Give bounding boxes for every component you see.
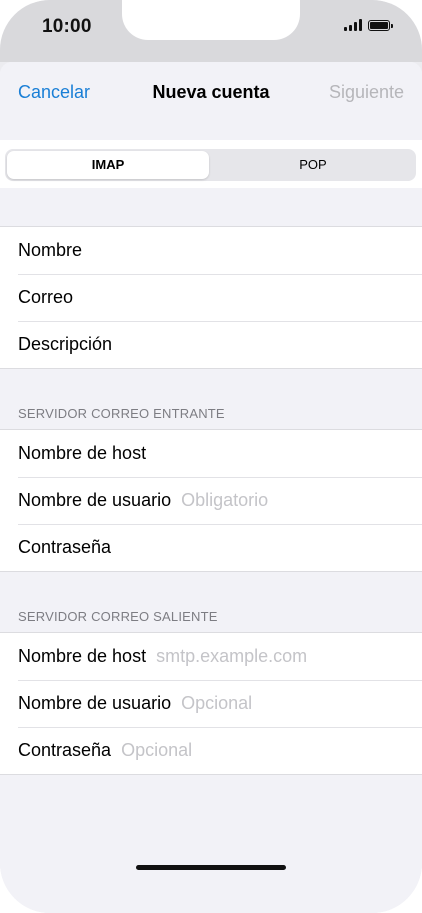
outgoing-password-row[interactable]: Contraseña — [0, 727, 422, 774]
status-time: 10:00 — [42, 16, 92, 37]
incoming-host-field[interactable] — [156, 443, 422, 464]
description-field[interactable] — [122, 334, 422, 355]
outgoing-password-label: Contraseña — [18, 740, 112, 760]
segment-pop[interactable]: POP — [212, 151, 414, 179]
screen: 10:00 Cancelar Nueva cuenta Siguiente IM… — [0, 0, 422, 913]
incoming-password-row[interactable]: Contraseña — [0, 524, 422, 571]
protocol-selector-band: IMAP POP — [0, 140, 422, 188]
email-row[interactable]: Correo — [0, 274, 422, 321]
notch — [122, 0, 300, 40]
new-account-sheet: Cancelar Nueva cuenta Siguiente IMAP POP… — [0, 62, 422, 913]
outgoing-host-field[interactable] — [156, 646, 422, 667]
outgoing-username-row[interactable]: Nombre de usuario — [0, 680, 422, 727]
outgoing-username-field[interactable] — [181, 693, 422, 714]
incoming-password-field[interactable] — [121, 537, 422, 558]
home-indicator[interactable] — [136, 865, 286, 870]
incoming-server-header: SERVIDOR CORREO ENTRANTE — [18, 406, 225, 421]
incoming-username-label: Nombre de usuario — [18, 490, 172, 510]
outgoing-host-row[interactable]: Nombre de host — [0, 633, 422, 680]
name-field[interactable] — [92, 240, 422, 261]
description-row[interactable]: Descripción — [0, 321, 422, 368]
next-button[interactable]: Siguiente — [329, 82, 404, 103]
battery-full-icon — [368, 19, 393, 31]
protocol-segmented-control: IMAP POP — [5, 149, 416, 181]
segment-imap[interactable]: IMAP — [7, 151, 209, 179]
outgoing-server-header: SERVIDOR CORREO SALIENTE — [18, 609, 218, 624]
name-row[interactable]: Nombre — [0, 227, 422, 274]
outgoing-username-label: Nombre de usuario — [18, 693, 172, 713]
account-info-group: Nombre Correo Descripción — [0, 226, 422, 369]
phone-screen: 10:00 Cancelar Nueva cuenta Siguiente IM… — [0, 0, 422, 913]
navigation-bar: Cancelar Nueva cuenta Siguiente — [0, 62, 422, 140]
outgoing-server-group: Nombre de host Nombre de usuario Contras… — [0, 632, 422, 775]
email-field[interactable] — [83, 287, 422, 308]
incoming-username-row[interactable]: Nombre de usuario — [0, 477, 422, 524]
name-label: Nombre — [18, 240, 83, 260]
email-label: Correo — [18, 287, 74, 307]
cellular-signal-icon — [344, 19, 362, 31]
incoming-host-row[interactable]: Nombre de host — [0, 430, 422, 477]
incoming-host-label: Nombre de host — [18, 443, 147, 463]
cancel-button[interactable]: Cancelar — [18, 82, 90, 103]
description-label: Descripción — [18, 334, 113, 354]
incoming-username-field[interactable] — [181, 490, 422, 511]
incoming-server-group: Nombre de host Nombre de usuario Contras… — [0, 429, 422, 572]
status-icons — [344, 19, 393, 31]
status-bar: 10:00 — [0, 0, 422, 62]
incoming-password-label: Contraseña — [18, 537, 112, 557]
outgoing-password-field[interactable] — [121, 740, 422, 761]
outgoing-host-label: Nombre de host — [18, 646, 147, 666]
